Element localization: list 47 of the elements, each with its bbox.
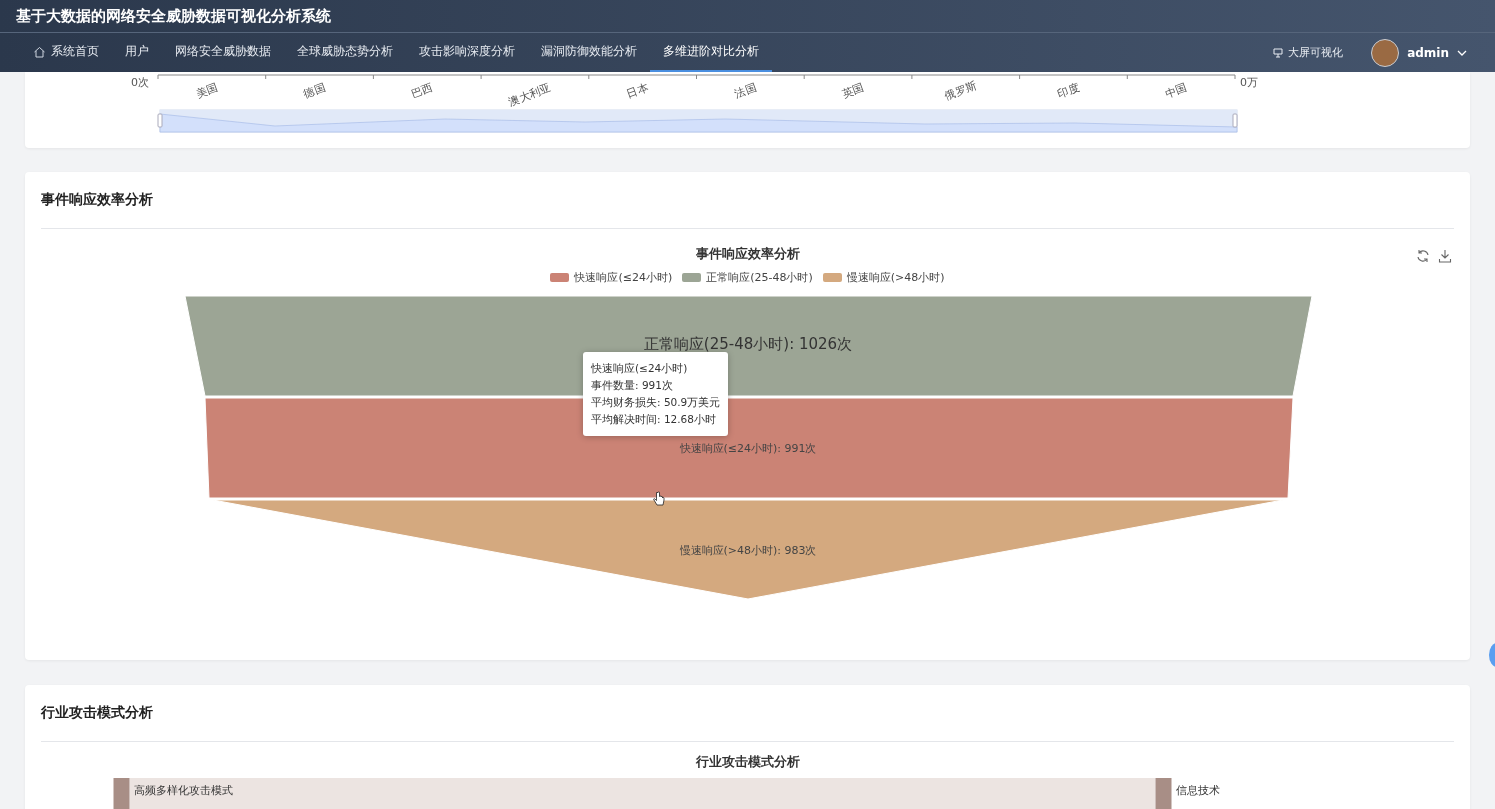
axis-label: 0次 [131,76,149,89]
avatar [1371,38,1400,67]
legend-item[interactable]: 正常响应(25-48小时) [682,270,813,285]
axis-label: 澳大利亚 [507,81,553,109]
tooltip-line: 平均财务损失: 50.9万美元 [591,395,721,410]
hand-cursor-icon [653,491,665,507]
user-menu[interactable]: admin [1365,33,1473,72]
axis-label: 中国 [1163,80,1189,101]
legend-item[interactable]: 快速响应(≤24小时) [550,270,673,285]
section-title: 行业攻击模式分析 [41,685,1454,742]
nav-tab[interactable]: 用户 [112,33,162,72]
axis-label: 美国 [194,80,220,101]
nav-tab[interactable]: 网络安全威胁数据 [162,33,284,72]
funnel-stage[interactable] [204,397,1293,499]
axis-label: 0万 [1240,76,1258,89]
tooltip-title: 快速响应(≤24小时) [591,361,689,376]
node-label: 高频多样化攻击模式 [133,784,233,797]
funnel-stage[interactable] [184,295,1312,397]
download-icon[interactable] [1438,249,1452,263]
funnel-label: 快速响应(≤24小时): 991次 [679,442,816,455]
axis-label: 德国 [301,80,328,101]
tooltip-line: 平均解决时间: 12.68小时 [591,412,717,427]
nav-tab[interactable]: 攻击影响深度分析 [406,33,528,72]
refresh-icon[interactable] [1416,249,1430,263]
funnel-label: 正常响应(25-48小时): 1026次 [643,335,852,353]
chevron-down-icon [1457,49,1467,56]
tooltip-line: 事件数量: 991次 [591,378,674,393]
big-screen-link[interactable]: 大屏可视化 [1267,33,1350,72]
monitor-icon [1273,47,1284,58]
chart-title: 事件响应效率分析 [695,246,800,263]
axis-label: 印度 [1055,80,1081,101]
axis-label: 日本 [625,80,651,101]
funnel-label: 慢速响应(>48小时): 983次 [679,544,816,557]
app-title: 基于大数据的网络安全威胁数据可视化分析系统 [0,0,1495,33]
node-label: 信息技术 [1175,784,1220,797]
home-icon [33,45,46,58]
axis-label: 俄罗斯 [942,78,979,103]
nav-tab[interactable]: 系统首页 [20,33,112,72]
axis-label: 巴西 [409,80,435,101]
axis-label: 英国 [840,80,866,101]
axis-label: 法国 [732,80,758,101]
nav-tab[interactable]: 全球威胁态势分析 [284,33,406,72]
section-title: 事件响应效率分析 [41,172,1454,229]
nav-tab[interactable]: 漏洞防御效能分析 [528,33,650,72]
zoom-slider[interactable] [157,109,1238,133]
legend-item[interactable]: 慢速响应(>48小时) [822,270,945,285]
chart-title: 行业攻击模式分析 [695,754,800,771]
